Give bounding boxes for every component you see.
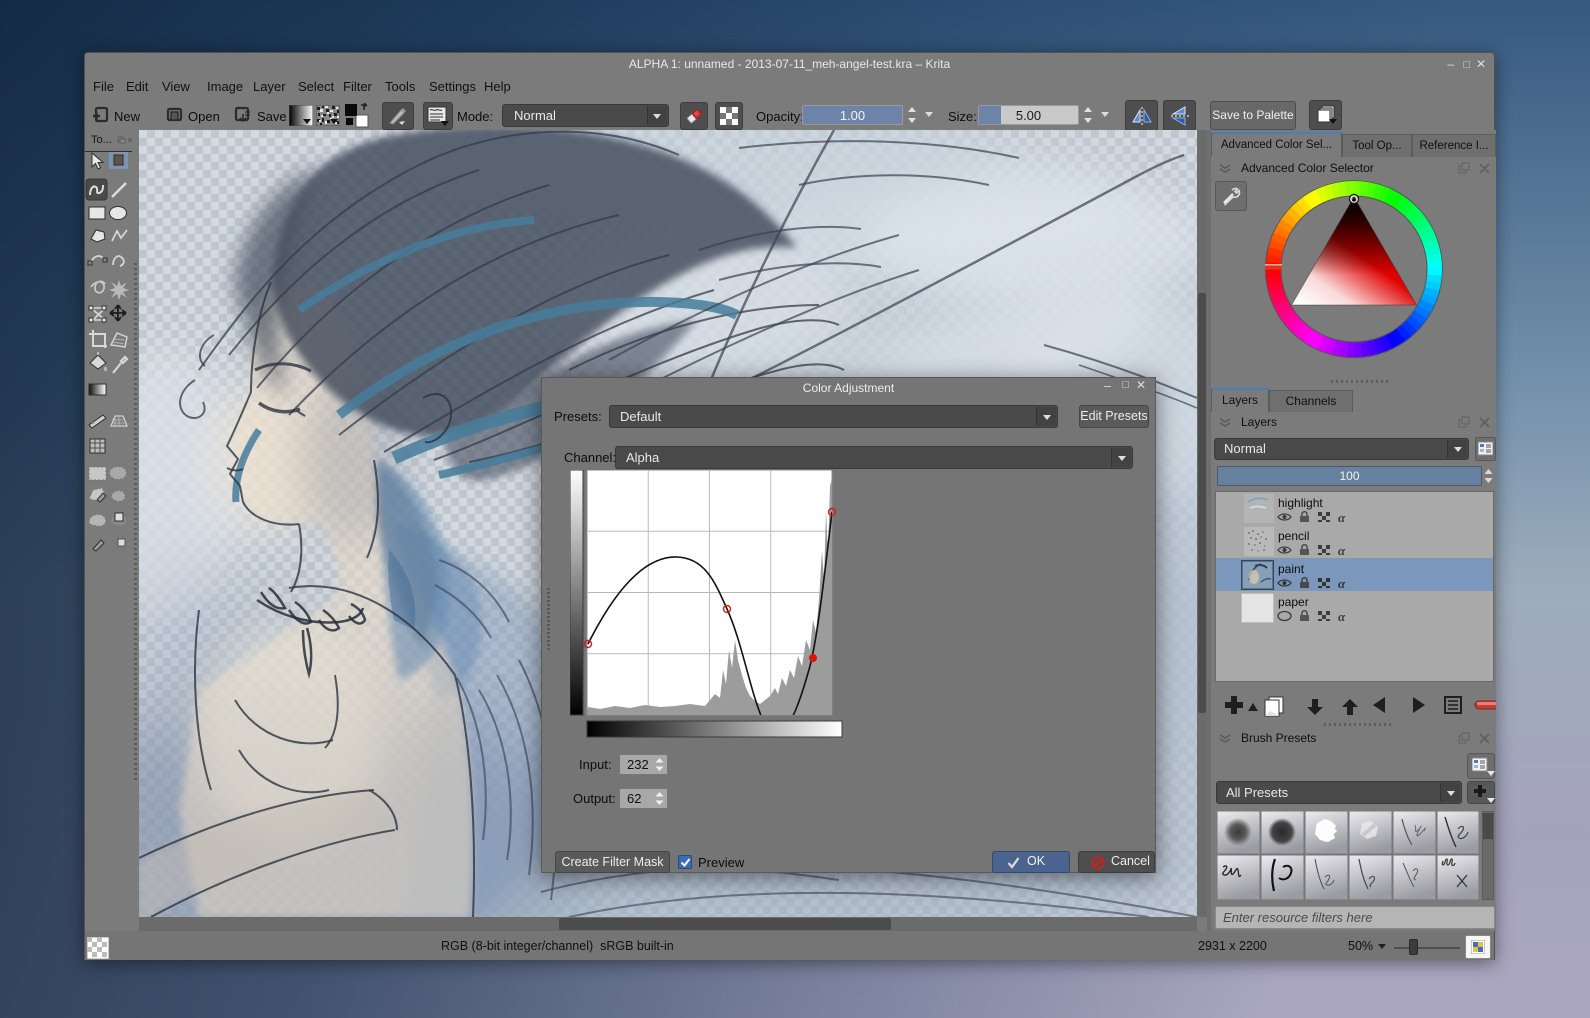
svg-text:α: α	[1338, 609, 1346, 623]
svg-text:α: α	[1338, 576, 1346, 590]
svg-text:α: α	[1338, 510, 1346, 524]
svg-text:α: α	[1338, 543, 1346, 557]
